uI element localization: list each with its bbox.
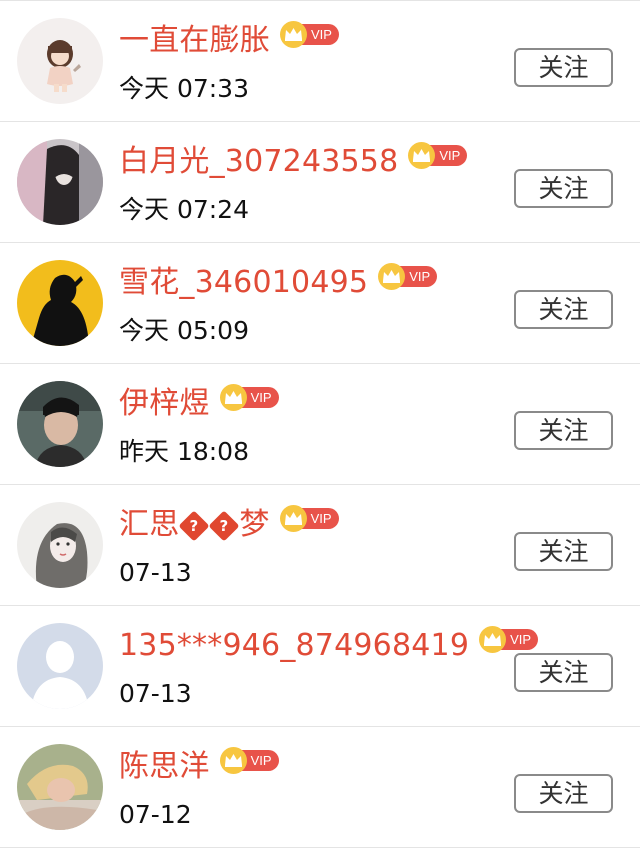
crown-icon	[479, 625, 507, 653]
user-name[interactable]: 雪花_346010495	[119, 263, 368, 303]
sketch-girl-avatar[interactable]	[17, 502, 103, 588]
vip-badge: VIP	[219, 746, 279, 774]
crown-icon	[219, 383, 247, 411]
name-line: 135***946_874968419 VIP	[119, 625, 539, 666]
list-item[interactable]: 白月光_307243558 VIP 今天 07:24 关注	[0, 122, 640, 243]
name-line: 汇思?? 梦 VIP	[119, 504, 339, 545]
crown-icon	[219, 746, 247, 774]
list-item[interactable]: 雪花_346010495 VIP 今天 05:09 关注	[0, 243, 640, 364]
blonde-photo-avatar[interactable]	[17, 744, 103, 830]
follow-button[interactable]: 关注	[514, 290, 613, 329]
name-line: 伊梓煜 VIP	[119, 383, 279, 424]
list-item[interactable]: 一直在膨胀 VIP 今天 07:33 关注	[0, 1, 640, 122]
vip-badge: VIP	[280, 20, 339, 48]
vip-badge: VIP	[279, 504, 339, 532]
girl-doll-avatar[interactable]	[17, 18, 103, 104]
silhouette-yellow-avatar[interactable]	[17, 260, 103, 346]
follow-button[interactable]: 关注	[514, 169, 613, 208]
follow-button[interactable]: 关注	[514, 532, 613, 571]
unknown-glyph-icon: ?	[208, 509, 240, 542]
timestamp: 07-12	[119, 800, 192, 829]
crown-icon	[408, 141, 436, 169]
user-name[interactable]: 伊梓煜	[119, 384, 210, 424]
list-item[interactable]: 伊梓煜 VIP 昨天 18:08 关注	[0, 364, 640, 485]
crown-icon	[279, 504, 307, 532]
timestamp: 昨天 18:08	[119, 437, 249, 466]
user-name[interactable]: 一直在膨胀	[119, 21, 270, 61]
timestamp: 今天 05:09	[119, 316, 249, 345]
vip-label: VIP	[429, 144, 468, 166]
name-line: 陈思洋 VIP	[119, 746, 279, 787]
user-name[interactable]: 135***946_874968419	[119, 626, 469, 666]
vip-badge: VIP	[219, 383, 279, 411]
long-hair-figure-avatar[interactable]	[17, 139, 103, 225]
user-name[interactable]: 白月光_307243558	[119, 142, 398, 182]
name-line: 白月光_307243558 VIP	[119, 141, 468, 182]
follow-button[interactable]: 关注	[514, 653, 613, 692]
list-item[interactable]: 135***946_874968419 VIP 07-13 关注	[0, 606, 640, 727]
user-name[interactable]: 汇思?? 梦	[119, 505, 270, 545]
list-item[interactable]: 汇思?? 梦 VIP 07-13 关注	[0, 485, 640, 606]
follow-button[interactable]: 关注	[514, 411, 613, 450]
user-name[interactable]: 陈思洋	[119, 747, 210, 787]
vip-badge: VIP	[378, 262, 438, 290]
crown-icon	[280, 20, 307, 48]
young-man-photo-avatar[interactable]	[17, 381, 103, 467]
timestamp: 07-13	[119, 679, 192, 708]
timestamp: 今天 07:33	[119, 74, 249, 103]
timestamp: 07-13	[119, 558, 192, 587]
vip-badge: VIP	[479, 625, 539, 653]
follow-button[interactable]: 关注	[514, 48, 613, 87]
vip-badge: VIP	[408, 141, 468, 169]
name-line: 雪花_346010495 VIP	[119, 262, 438, 303]
user-list: 一直在膨胀 VIP 今天 07:33 关注 白月光_307243558 VIP …	[0, 0, 640, 860]
follow-button[interactable]: 关注	[514, 774, 613, 813]
name-line: 一直在膨胀 VIP	[119, 20, 339, 61]
timestamp: 今天 07:24	[119, 195, 249, 224]
unknown-glyph-icon: ?	[178, 509, 210, 542]
crown-icon	[378, 262, 406, 290]
default-person-avatar[interactable]	[17, 623, 103, 709]
list-item[interactable]: 陈思洋 VIP 07-12 关注	[0, 727, 640, 848]
